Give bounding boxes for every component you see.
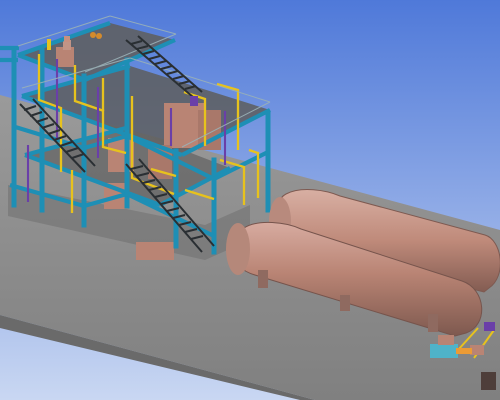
3d-model-viewport[interactable]	[0, 0, 500, 400]
equipment-block	[136, 242, 174, 260]
tank-support-lower-1	[258, 270, 268, 288]
plant-scene-canvas[interactable]	[0, 0, 500, 400]
tank-support-lower-3	[428, 314, 438, 332]
equipment-block	[108, 138, 134, 172]
tank-support-lower-2	[340, 295, 350, 311]
tank-head-lower	[226, 223, 250, 275]
